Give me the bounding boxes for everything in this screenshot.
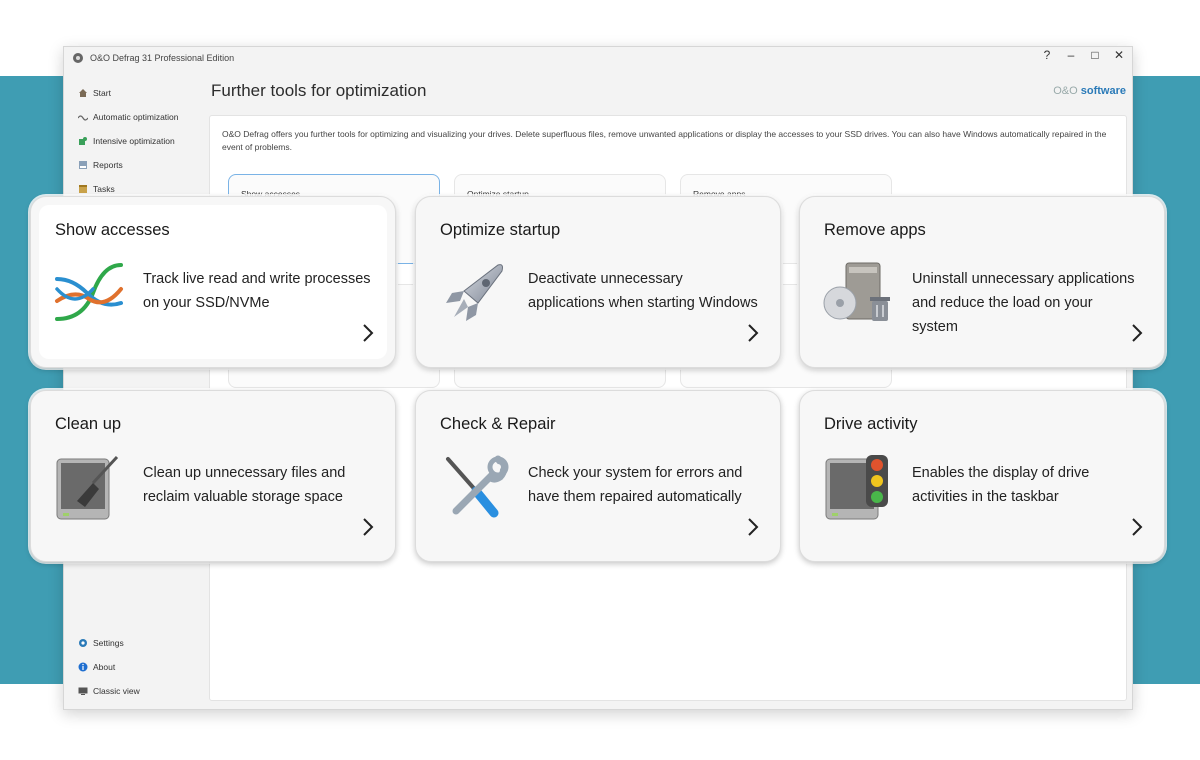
chevron-right-icon[interactable]	[1130, 323, 1144, 343]
brand-suffix: software	[1080, 85, 1126, 97]
sidebar-item-label: Automatic optimization	[93, 112, 179, 122]
sidebar-item-about[interactable]: About	[78, 659, 115, 675]
sidebar-item-label: Classic view	[93, 686, 140, 696]
puzzle-icon	[79, 137, 87, 145]
chevron-right-icon[interactable]	[361, 323, 375, 343]
wrench-screwdriver-icon	[446, 455, 509, 518]
rocket-icon	[446, 264, 503, 321]
card-clean-up[interactable]: Clean up Clean up unnecessary files and …	[30, 390, 396, 562]
chevron-right-icon[interactable]	[746, 323, 760, 343]
sidebar-item-label: Reports	[93, 160, 123, 170]
intro-text: O&O Defrag offers you further tools for …	[222, 129, 1107, 152]
chevron-right-icon[interactable]	[1130, 517, 1144, 537]
broom-drive-icon	[56, 455, 119, 520]
sidebar: Start Automatic optimization Intensive o…	[64, 69, 206, 709]
card-check-repair[interactable]: Check & Repair Check your system for err…	[415, 390, 781, 562]
card-title: Clean up	[55, 415, 122, 433]
window-controls: ? – □ ✕	[1040, 48, 1126, 62]
card-title: Show accesses	[55, 221, 170, 239]
sidebar-item-settings[interactable]: Settings	[78, 635, 124, 651]
tasks-icon	[79, 185, 87, 193]
traffic-light-drive-icon	[825, 455, 888, 520]
close-button[interactable]: ✕	[1112, 48, 1126, 62]
window-title: O&O Defrag 31 Professional Edition	[90, 53, 235, 63]
page-title: Further tools for optimization	[211, 81, 427, 100]
sidebar-item-start[interactable]: Start	[78, 85, 111, 101]
card-description: Deactivate unnecessary applications when…	[528, 271, 758, 311]
card-description: Clean up unnecessary files and reclaim v…	[143, 465, 346, 505]
card-description: Track live read and write processes on y…	[143, 271, 371, 311]
sidebar-item-classic-view[interactable]: Classic view	[78, 683, 140, 699]
access-graph-icon	[55, 263, 123, 321]
sidebar-item-label: Start	[93, 88, 111, 98]
card-description: Enables the display of drive activities …	[912, 465, 1090, 505]
help-button[interactable]: ?	[1040, 48, 1054, 62]
app-logo-icon	[73, 53, 83, 63]
sidebar-item-tasks[interactable]: Tasks	[78, 181, 115, 197]
app-window: O&O Defrag 31 Professional Edition ? – □…	[63, 46, 1133, 710]
card-title: Check & Repair	[440, 415, 556, 433]
sidebar-item-label: About	[93, 662, 116, 672]
sidebar-item-reports[interactable]: Reports	[78, 157, 123, 173]
card-description: Uninstall unnecessary applications and r…	[912, 271, 1135, 335]
sidebar-item-intensive-optimization[interactable]: Intensive optimization	[78, 133, 175, 149]
card-remove-apps[interactable]: Remove apps Uninstall unnecessary applic…	[799, 196, 1165, 368]
sidebar-item-automatic-optimization[interactable]: Automatic optimization	[78, 109, 179, 125]
sidebar-item-label: Settings	[93, 638, 124, 648]
title-bar: O&O Defrag 31 Professional Edition ? – □…	[64, 47, 1132, 69]
sidebar-item-label: Intensive optimization	[93, 136, 175, 146]
info-icon	[78, 662, 88, 672]
card-optimize-startup[interactable]: Optimize startup Deactivate unnecessary …	[415, 196, 781, 368]
wave-icon	[78, 115, 88, 121]
chevron-right-icon[interactable]	[746, 517, 760, 537]
maximize-button[interactable]: □	[1088, 48, 1102, 62]
monitor-icon	[78, 687, 88, 695]
brand-prefix: O&O	[1053, 85, 1078, 97]
card-show-accesses[interactable]: Show accesses Track live read and write …	[30, 196, 396, 368]
card-title: Remove apps	[824, 221, 926, 239]
house-icon	[79, 89, 87, 97]
brand-logo: O&O software	[1053, 85, 1126, 97]
card-drive-activity[interactable]: Drive activity Enables the display of dr…	[799, 390, 1165, 562]
card-title: Drive activity	[824, 415, 918, 433]
card-description: Check your system for errors and have th…	[528, 465, 743, 505]
sidebar-item-label: Tasks	[93, 184, 115, 194]
card-title: Optimize startup	[440, 221, 561, 239]
report-icon	[79, 161, 87, 169]
minimize-button[interactable]: –	[1064, 48, 1078, 62]
chevron-right-icon[interactable]	[361, 517, 375, 537]
gear-icon	[79, 639, 87, 647]
uninstall-icon	[823, 262, 890, 321]
